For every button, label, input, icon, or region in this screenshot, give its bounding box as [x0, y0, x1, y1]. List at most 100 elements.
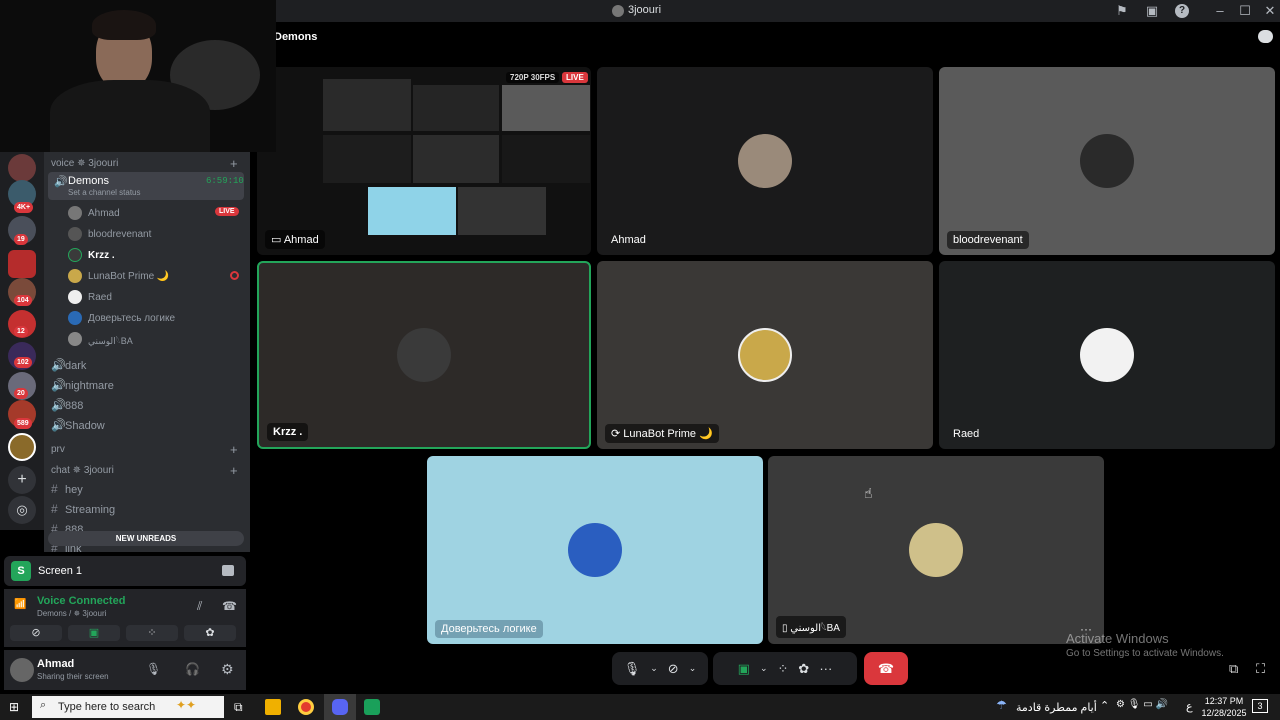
participant-name: Krzz .: [267, 423, 309, 441]
screen-icon[interactable]: ▣: [1144, 3, 1160, 19]
voice-user[interactable]: Raed: [68, 288, 112, 306]
voice-location[interactable]: Demons / ✵ 3joouri: [37, 609, 106, 618]
popout-icon[interactable]: ⧉: [1229, 661, 1238, 677]
video-tile[interactable]: ▯ الوسني𓆩BA ···: [768, 456, 1104, 644]
video-tile[interactable]: Raed: [939, 261, 1275, 449]
hangup-icon: ☎: [877, 660, 895, 676]
help-icon[interactable]: ?: [1175, 4, 1189, 18]
video-tile-speaking[interactable]: Krzz .: [257, 261, 591, 449]
mic-button[interactable]: 🎙 ⌄ ⊘ ⌄: [612, 652, 708, 685]
voice-user[interactable]: الوسني𓆩BA: [68, 330, 133, 348]
stream-quality: 720P 30FPS: [506, 72, 560, 83]
voice-user[interactable]: Krzz .: [68, 246, 115, 264]
weather-icon: ☂: [996, 698, 1007, 712]
avatar: [738, 134, 792, 188]
avatar: [738, 328, 792, 382]
inbox-icon[interactable]: ⚑: [1114, 3, 1130, 19]
stream-preview: [502, 135, 590, 183]
close-icon[interactable]: ✕: [1262, 3, 1278, 19]
add-server-icon[interactable]: +: [8, 466, 36, 494]
noise-suppression-icon[interactable]: ⫽: [197, 599, 202, 614]
app-icon[interactable]: [364, 699, 380, 715]
server-badge: 589: [14, 418, 32, 429]
channel-status[interactable]: Set a channel status: [68, 188, 141, 197]
voice-channel[interactable]: 🔊Shadow: [51, 418, 105, 432]
server-icon[interactable]: [8, 433, 36, 461]
voice-user[interactable]: bloodrevenant: [68, 225, 151, 243]
windows-start-icon[interactable]: ⊞: [9, 700, 23, 714]
share-screen-icon: ▣: [737, 660, 750, 676]
chat-bubble-icon[interactable]: [1258, 30, 1273, 43]
server-icon[interactable]: [8, 250, 36, 278]
speaker-icon: 🔊: [51, 418, 66, 432]
voice-user[interactable]: Ahmad: [68, 204, 120, 222]
stream-preview: [413, 85, 499, 131]
maximize-icon[interactable]: ☐: [1237, 3, 1253, 19]
video-tile[interactable]: ⟳ LunaBot Prime 🌙: [597, 261, 933, 449]
voice-user[interactable]: Доверьтесь логике: [68, 309, 175, 327]
chrome-icon[interactable]: [298, 699, 314, 715]
active-channel[interactable]: 🔊 Demons 6:59:10 Set a channel status: [48, 172, 244, 200]
task-view-icon[interactable]: ⧉: [234, 700, 243, 715]
chevron-up-icon[interactable]: ⌃: [1100, 699, 1109, 712]
microphone-icon: 🎙: [623, 660, 641, 676]
file-explorer-icon[interactable]: [265, 699, 281, 715]
voice-channel[interactable]: 🔊dark: [51, 358, 86, 372]
add-channel-icon[interactable]: +: [230, 156, 238, 171]
settings-gear-icon[interactable]: ⚙: [221, 661, 234, 678]
screen-icon: ▭: [271, 234, 284, 246]
screen-label: Screen 1: [38, 565, 83, 577]
stream-tile[interactable]: 720P 30FPS LIVE ▭ Ahmad: [257, 67, 591, 255]
disconnect-icon[interactable]: ☎: [222, 599, 237, 613]
text-channel[interactable]: # hey: [51, 482, 83, 496]
discover-icon[interactable]: ◎: [8, 496, 36, 524]
activities-button[interactable]: ⁘: [126, 625, 178, 641]
voice-channel[interactable]: 🔊888: [51, 398, 83, 412]
notifications-icon[interactable]: 3: [1252, 699, 1268, 713]
server-icon: [612, 5, 624, 17]
clock-date[interactable]: 12/28/2025: [1200, 708, 1248, 718]
fullscreen-icon[interactable]: ⛶: [1256, 661, 1265, 677]
voice-status[interactable]: Voice Connected: [37, 595, 125, 607]
server-icon[interactable]: [8, 154, 36, 182]
headphones-icon[interactable]: 🎧: [185, 662, 200, 676]
voice-channel[interactable]: 🔊nightmare: [51, 378, 114, 392]
text-channel[interactable]: # Streaming: [51, 502, 115, 516]
search-highlight-icon: ✦✦: [176, 698, 197, 712]
video-tile[interactable]: Доверьтесь логике: [427, 456, 763, 644]
disconnect-button[interactable]: ☎: [864, 652, 908, 685]
voice-user[interactable]: LunaBot Prime 🌙: [68, 267, 169, 285]
share-controls[interactable]: ▣ ⌄ ⁘ ✿ ···: [713, 652, 857, 685]
voice-connected-panel: 📶 Voice Connected Demons / ✵ 3joouri ⫽ ☎…: [4, 589, 246, 647]
new-unreads-pill[interactable]: NEW UNREADS: [48, 531, 244, 546]
input-language[interactable]: ع: [1186, 700, 1193, 713]
user-status: Sharing their screen: [37, 672, 109, 681]
speaker-icon: 🔊: [54, 176, 68, 188]
server-badge: 12: [14, 326, 28, 337]
avatar[interactable]: [10, 658, 34, 682]
category-voice[interactable]: voice ✵ 3joouri: [51, 158, 118, 169]
soundboard-button[interactable]: ✿: [184, 625, 236, 641]
category-prv[interactable]: prv: [51, 444, 65, 455]
video-tile[interactable]: Ahmad: [597, 67, 933, 255]
tray-icons[interactable]: ⚙ 🎙 ▭ 🔊: [1116, 699, 1168, 710]
clock-time[interactable]: 12:37 PM: [1204, 696, 1244, 706]
share-screen-button[interactable]: ▣: [68, 625, 120, 641]
weather-text[interactable]: أيام ممطرة قادمة: [1016, 701, 1097, 714]
stream-icon: [230, 271, 239, 280]
stop-share-icon[interactable]: [222, 565, 234, 576]
participant-name: Raed: [953, 428, 980, 440]
stream-preview: [458, 187, 546, 235]
add-channel-icon[interactable]: +: [230, 442, 238, 457]
cursor-icon: ☝: [864, 485, 873, 501]
signal-icon[interactable]: 📶: [14, 599, 26, 610]
video-tile[interactable]: bloodrevenant: [939, 67, 1275, 255]
soundboard-icon: ✿: [798, 660, 810, 676]
avatar: [1080, 328, 1134, 382]
camera-off-button[interactable]: ⊘: [10, 625, 62, 641]
minimize-icon[interactable]: –: [1212, 3, 1228, 19]
add-channel-icon[interactable]: +: [230, 463, 238, 478]
microphone-icon[interactable]: 🎙: [146, 662, 161, 676]
participant-name: Ahmad: [611, 234, 646, 246]
category-chat[interactable]: chat ✵ 3joouri: [51, 465, 114, 476]
